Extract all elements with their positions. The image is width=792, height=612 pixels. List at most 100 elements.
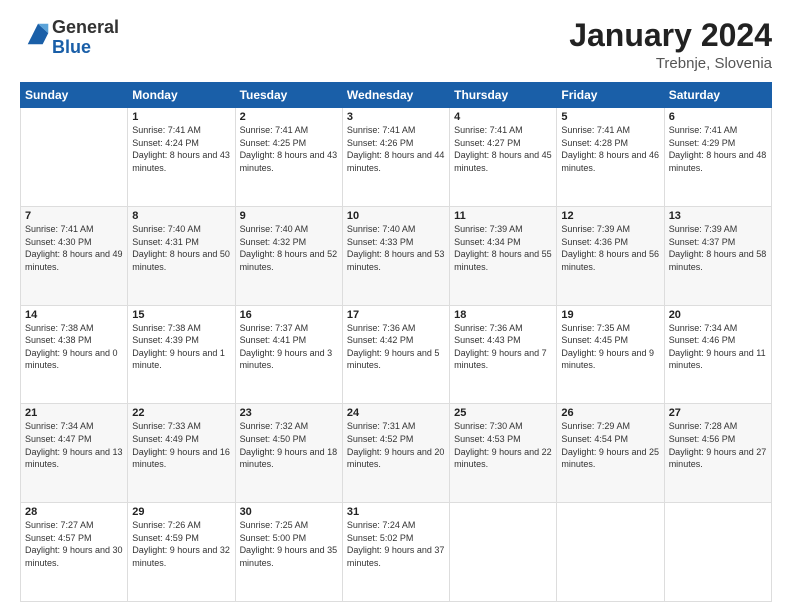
day-info: Sunrise: 7:29 AMSunset: 4:54 PMDaylight:… [561,420,659,470]
calendar-week-row: 1Sunrise: 7:41 AMSunset: 4:24 PMDaylight… [21,108,772,207]
day-number: 5 [561,111,659,123]
calendar-cell: 13Sunrise: 7:39 AMSunset: 4:37 PMDayligh… [664,206,771,305]
day-info: Sunrise: 7:31 AMSunset: 4:52 PMDaylight:… [347,420,445,470]
day-info: Sunrise: 7:26 AMSunset: 4:59 PMDaylight:… [132,519,230,569]
calendar-cell: 10Sunrise: 7:40 AMSunset: 4:33 PMDayligh… [342,206,449,305]
calendar-cell: 6Sunrise: 7:41 AMSunset: 4:29 PMDaylight… [664,108,771,207]
calendar-cell: 3Sunrise: 7:41 AMSunset: 4:26 PMDaylight… [342,108,449,207]
calendar-cell: 14Sunrise: 7:38 AMSunset: 4:38 PMDayligh… [21,305,128,404]
day-number: 17 [347,309,445,321]
day-number: 4 [454,111,552,123]
day-header-friday: Friday [557,83,664,108]
day-info: Sunrise: 7:34 AMSunset: 4:46 PMDaylight:… [669,322,767,372]
day-number: 22 [132,407,230,419]
day-number: 21 [25,407,123,419]
day-info: Sunrise: 7:34 AMSunset: 4:47 PMDaylight:… [25,420,123,470]
day-info: Sunrise: 7:40 AMSunset: 4:31 PMDaylight:… [132,223,230,273]
location: Trebnje, Slovenia [569,55,772,72]
calendar-cell: 12Sunrise: 7:39 AMSunset: 4:36 PMDayligh… [557,206,664,305]
day-info: Sunrise: 7:41 AMSunset: 4:25 PMDaylight:… [240,124,338,174]
calendar-cell: 26Sunrise: 7:29 AMSunset: 4:54 PMDayligh… [557,404,664,503]
calendar-cell [21,108,128,207]
day-header-thursday: Thursday [450,83,557,108]
calendar-cell: 30Sunrise: 7:25 AMSunset: 5:00 PMDayligh… [235,503,342,602]
day-number: 13 [669,210,767,222]
day-info: Sunrise: 7:30 AMSunset: 4:53 PMDaylight:… [454,420,552,470]
calendar-cell: 28Sunrise: 7:27 AMSunset: 4:57 PMDayligh… [21,503,128,602]
calendar-cell: 17Sunrise: 7:36 AMSunset: 4:42 PMDayligh… [342,305,449,404]
calendar-cell: 8Sunrise: 7:40 AMSunset: 4:31 PMDaylight… [128,206,235,305]
day-info: Sunrise: 7:39 AMSunset: 4:34 PMDaylight:… [454,223,552,273]
day-info: Sunrise: 7:36 AMSunset: 4:43 PMDaylight:… [454,322,552,372]
day-number: 28 [25,506,123,518]
calendar-cell: 11Sunrise: 7:39 AMSunset: 4:34 PMDayligh… [450,206,557,305]
page: General Blue January 2024 Trebnje, Slove… [0,0,792,612]
day-info: Sunrise: 7:41 AMSunset: 4:26 PMDaylight:… [347,124,445,174]
header: General Blue January 2024 Trebnje, Slove… [20,18,772,72]
calendar-week-row: 7Sunrise: 7:41 AMSunset: 4:30 PMDaylight… [21,206,772,305]
calendar-cell: 2Sunrise: 7:41 AMSunset: 4:25 PMDaylight… [235,108,342,207]
logo-text: General Blue [52,18,119,58]
calendar-cell: 29Sunrise: 7:26 AMSunset: 4:59 PMDayligh… [128,503,235,602]
logo: General Blue [20,18,119,58]
day-header-monday: Monday [128,83,235,108]
day-number: 18 [454,309,552,321]
calendar-table: SundayMondayTuesdayWednesdayThursdayFrid… [20,82,772,602]
calendar-cell: 25Sunrise: 7:30 AMSunset: 4:53 PMDayligh… [450,404,557,503]
calendar-cell: 31Sunrise: 7:24 AMSunset: 5:02 PMDayligh… [342,503,449,602]
day-number: 7 [25,210,123,222]
day-info: Sunrise: 7:27 AMSunset: 4:57 PMDaylight:… [25,519,123,569]
day-number: 26 [561,407,659,419]
logo-general-label: General [52,18,119,38]
day-number: 25 [454,407,552,419]
day-info: Sunrise: 7:37 AMSunset: 4:41 PMDaylight:… [240,322,338,372]
day-number: 2 [240,111,338,123]
calendar-week-row: 14Sunrise: 7:38 AMSunset: 4:38 PMDayligh… [21,305,772,404]
day-info: Sunrise: 7:40 AMSunset: 4:32 PMDaylight:… [240,223,338,273]
day-number: 1 [132,111,230,123]
calendar-cell [450,503,557,602]
calendar-cell: 27Sunrise: 7:28 AMSunset: 4:56 PMDayligh… [664,404,771,503]
day-number: 15 [132,309,230,321]
day-number: 29 [132,506,230,518]
logo-icon [24,20,52,48]
calendar-week-row: 21Sunrise: 7:34 AMSunset: 4:47 PMDayligh… [21,404,772,503]
day-number: 20 [669,309,767,321]
day-info: Sunrise: 7:32 AMSunset: 4:50 PMDaylight:… [240,420,338,470]
day-number: 23 [240,407,338,419]
day-info: Sunrise: 7:41 AMSunset: 4:27 PMDaylight:… [454,124,552,174]
day-info: Sunrise: 7:25 AMSunset: 5:00 PMDaylight:… [240,519,338,569]
day-number: 27 [669,407,767,419]
day-info: Sunrise: 7:35 AMSunset: 4:45 PMDaylight:… [561,322,659,372]
day-info: Sunrise: 7:39 AMSunset: 4:36 PMDaylight:… [561,223,659,273]
calendar-cell: 1Sunrise: 7:41 AMSunset: 4:24 PMDaylight… [128,108,235,207]
calendar-week-row: 28Sunrise: 7:27 AMSunset: 4:57 PMDayligh… [21,503,772,602]
calendar-cell: 24Sunrise: 7:31 AMSunset: 4:52 PMDayligh… [342,404,449,503]
day-header-wednesday: Wednesday [342,83,449,108]
day-number: 3 [347,111,445,123]
calendar-cell: 15Sunrise: 7:38 AMSunset: 4:39 PMDayligh… [128,305,235,404]
day-info: Sunrise: 7:40 AMSunset: 4:33 PMDaylight:… [347,223,445,273]
calendar-cell: 7Sunrise: 7:41 AMSunset: 4:30 PMDaylight… [21,206,128,305]
calendar-cell [664,503,771,602]
day-info: Sunrise: 7:33 AMSunset: 4:49 PMDaylight:… [132,420,230,470]
day-header-sunday: Sunday [21,83,128,108]
day-info: Sunrise: 7:41 AMSunset: 4:28 PMDaylight:… [561,124,659,174]
logo-blue-label: Blue [52,38,119,58]
day-info: Sunrise: 7:41 AMSunset: 4:24 PMDaylight:… [132,124,230,174]
day-info: Sunrise: 7:41 AMSunset: 4:29 PMDaylight:… [669,124,767,174]
day-info: Sunrise: 7:38 AMSunset: 4:39 PMDaylight:… [132,322,230,372]
day-number: 11 [454,210,552,222]
calendar-header-row: SundayMondayTuesdayWednesdayThursdayFrid… [21,83,772,108]
day-info: Sunrise: 7:38 AMSunset: 4:38 PMDaylight:… [25,322,123,372]
day-info: Sunrise: 7:28 AMSunset: 4:56 PMDaylight:… [669,420,767,470]
day-header-tuesday: Tuesday [235,83,342,108]
day-number: 12 [561,210,659,222]
day-info: Sunrise: 7:24 AMSunset: 5:02 PMDaylight:… [347,519,445,569]
calendar-cell: 18Sunrise: 7:36 AMSunset: 4:43 PMDayligh… [450,305,557,404]
day-number: 16 [240,309,338,321]
calendar-cell [557,503,664,602]
calendar-cell: 16Sunrise: 7:37 AMSunset: 4:41 PMDayligh… [235,305,342,404]
day-number: 30 [240,506,338,518]
calendar-cell: 9Sunrise: 7:40 AMSunset: 4:32 PMDaylight… [235,206,342,305]
